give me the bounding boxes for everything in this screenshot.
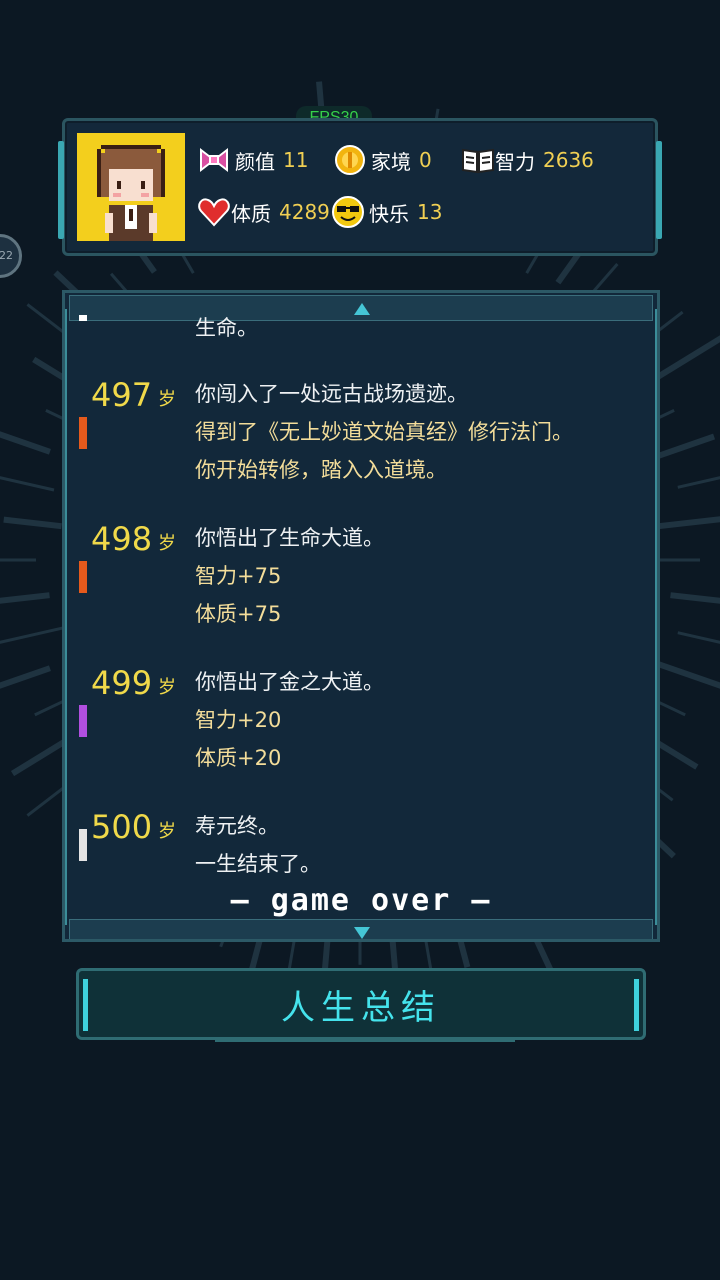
entry-text-line: 生命。: [195, 316, 258, 340]
entry-text-line: 得到了《无上妙道文始真经》修行法门。: [195, 420, 573, 444]
panel-edge-left: [65, 309, 67, 925]
background-ray: [0, 665, 51, 689]
book-icon: [461, 143, 495, 177]
stat-family: 家境 0: [333, 143, 432, 177]
background-ray: [0, 625, 67, 644]
background-ray: [677, 476, 720, 489]
stats-panel: 颜值 11 家境 0 智力 2636 体质 4289 快乐 13: [58, 118, 662, 256]
entry-age-unit: 岁: [158, 389, 176, 410]
life-summary-button[interactable]: 人生总结: [76, 968, 646, 1042]
entry-text-line: 体质+75: [195, 602, 282, 626]
entry-text-line: 智力+20: [195, 708, 282, 732]
background-ray: [670, 592, 720, 604]
entry-marker: [79, 417, 87, 449]
background-ray: [0, 476, 55, 492]
arrow-down-icon: [354, 927, 370, 939]
background-ray: [677, 631, 720, 644]
scroll-down-bar[interactable]: [69, 919, 653, 939]
entry-marker: [79, 561, 87, 593]
scroll-up-bar[interactable]: [69, 295, 653, 321]
entry-age: 498: [91, 520, 153, 558]
stat-appearance: 颜值 11: [197, 143, 308, 177]
background-ray: [657, 433, 716, 459]
entry-age-unit: 岁: [158, 821, 176, 842]
entry-marker: [79, 705, 87, 737]
bow-icon: [197, 143, 231, 177]
entry-age: 499: [91, 664, 153, 702]
entry-age: 500: [91, 808, 153, 846]
entry-text-line: 你悟出了生命大道。: [195, 526, 384, 550]
heart-icon: [197, 195, 231, 229]
arrow-up-icon: [354, 303, 370, 315]
entry-text-line: 你开始转修，踏入入道境。: [195, 458, 447, 482]
stat-constitution: 体质 4289: [197, 195, 330, 229]
game-over-banner: — game over —: [230, 883, 492, 918]
life-timeline[interactable]: 生命。 497 岁 你闯入了一处远古战场遗迹。 得到了《无上妙道文始真经》修行法…: [62, 290, 660, 942]
entry-age: 497: [91, 376, 153, 414]
background-ray: [0, 592, 50, 604]
entry-text-line: 你闯入了一处远古战场遗迹。: [195, 382, 468, 406]
stat-happiness: 快乐 13: [331, 195, 442, 229]
entry-marker: [79, 829, 87, 861]
entry-text-line: 你悟出了金之大道。: [195, 670, 384, 694]
button-underline: [215, 1038, 515, 1042]
avatar: [77, 133, 185, 241]
entry-text-line: 体质+20: [195, 746, 282, 770]
panel-edge-right: [655, 309, 657, 925]
entry-marker: [79, 315, 87, 321]
coin-icon: [333, 143, 367, 177]
stat-intelligence: 智力 2636: [461, 143, 594, 177]
background-ray: [658, 516, 720, 530]
entry-text-line: 寿元终。: [195, 814, 279, 838]
background-ray: [0, 431, 51, 455]
life-summary-label: 人生总结: [281, 987, 441, 1028]
background-ray: [3, 516, 62, 530]
entry-text-line: 一生结束了。: [195, 852, 321, 876]
sunglasses-smiley-icon: [331, 195, 365, 229]
entry-age-unit: 岁: [158, 533, 176, 554]
entry-text-line: 智力+75: [195, 564, 282, 588]
entry-age-unit: 岁: [158, 677, 176, 698]
